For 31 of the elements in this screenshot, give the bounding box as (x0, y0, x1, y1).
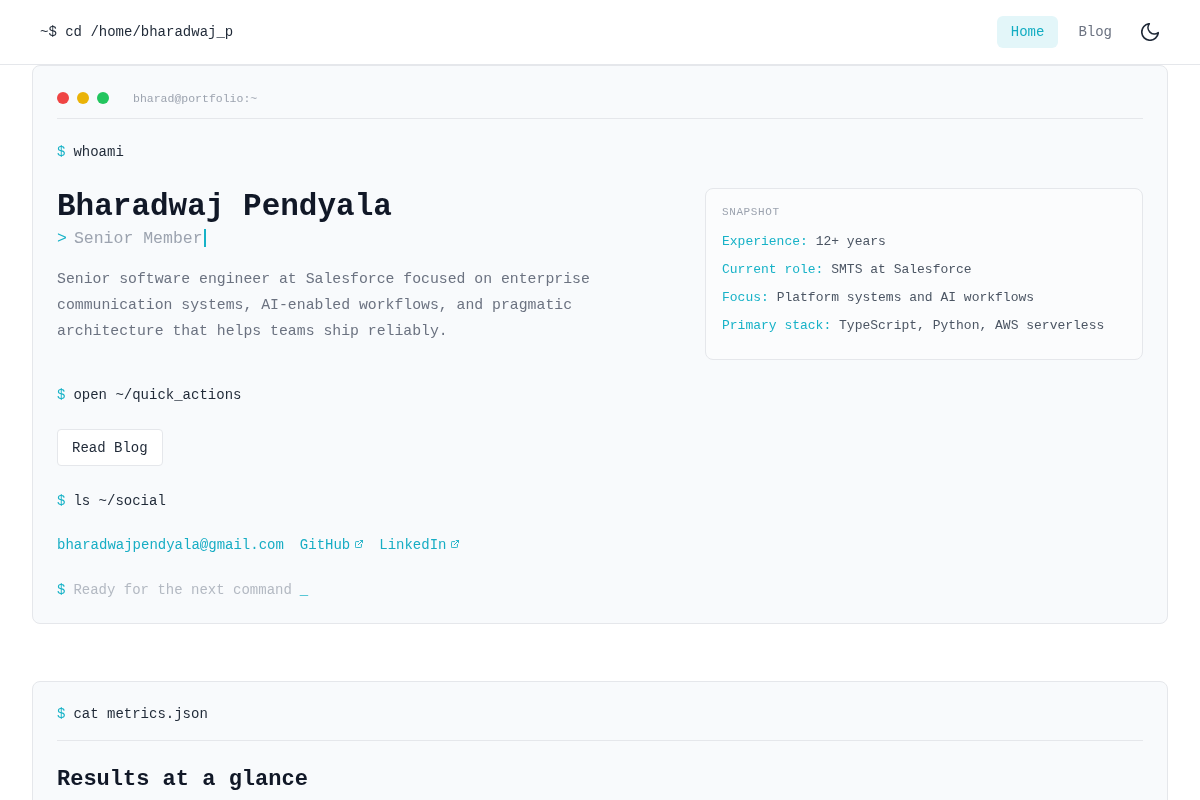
command-text: whoami (73, 144, 124, 160)
social-link[interactable]: LinkedIn (379, 537, 460, 553)
prompt-symbol: $ (57, 493, 66, 509)
action-button[interactable]: Read Blog (57, 429, 163, 466)
prompt-symbol: $ (57, 144, 66, 160)
command-input[interactable]: Ready for the next command (73, 580, 292, 600)
social-link[interactable]: bharadwajpendyala@gmail.com (57, 537, 284, 553)
section-heading: Results at a glance (57, 766, 309, 794)
moon-icon (1141, 23, 1159, 41)
bio-paragraph: Senior software engineer at Salesforce focused on enterprise communication systems, AI-enabled workflows, and pragmatic architecture that helps teams ship reliably. (57, 270, 591, 341)
site-title-link[interactable]: ~$ cd /home/bharadwaj_p (40, 22, 234, 42)
prompt-symbol: $ (57, 387, 66, 403)
text-cursor: _ (299, 582, 309, 598)
nav-tab[interactable]: Home (996, 16, 1059, 48)
command-text: cat metrics.json (73, 706, 208, 722)
window-title: bharad@portfolio:~ (133, 91, 258, 105)
snapshot-row-text: Focus: Platform systems and AI workflows (722, 289, 1036, 307)
prompt-symbol: > (57, 228, 67, 248)
snapshot-row-text: Primary stack: TypeScript, Python, AWS serverless (722, 317, 1106, 335)
snapshot-row-text: Current role: SMTS at Salesforce (722, 261, 973, 279)
social-link[interactable]: GitHub (299, 537, 364, 553)
prompt-symbol: $ (57, 582, 66, 598)
snapshot-row-text: Experience: 12+ years (722, 233, 887, 251)
command-text: open ~/quick_actions (73, 387, 242, 403)
command-text: ls ~/social (73, 493, 166, 509)
prompt-symbol: $ (57, 706, 66, 722)
text-cursor-icon (203, 229, 206, 247)
nav-tab[interactable]: Blog (1064, 16, 1126, 48)
snapshot-heading: SNAPSHOT (722, 205, 781, 220)
tagline-text: Senior Member (73, 228, 203, 248)
name-heading: Bharadwaj Pendyala (57, 188, 393, 226)
